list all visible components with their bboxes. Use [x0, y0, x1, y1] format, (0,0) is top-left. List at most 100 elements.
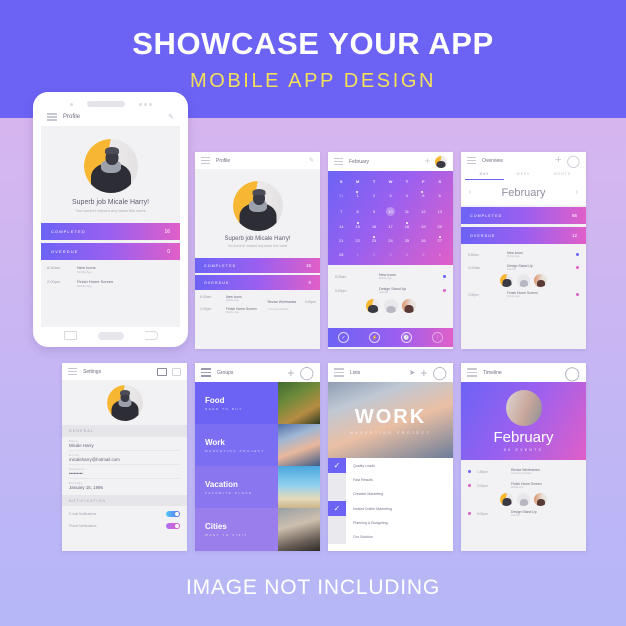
calendar-day[interactable]: 3 — [389, 193, 391, 198]
avatar[interactable] — [106, 384, 143, 421]
agenda-row[interactable]: 1:45pm Revise Wireframes Company Website — [468, 468, 579, 475]
chevron-right-icon[interactable]: › — [576, 189, 578, 196]
calendar-day[interactable]: 4 — [406, 252, 408, 257]
calendar-day[interactable]: 27 — [438, 235, 442, 243]
plus-icon[interactable]: + — [420, 367, 427, 379]
plus-icon[interactable]: + — [425, 157, 430, 166]
task-row[interactable]: Revise Wireframes 2:00pm Company Website — [268, 290, 316, 311]
hamburger-icon[interactable] — [467, 156, 476, 165]
calendar-day[interactable]: 8 — [357, 209, 359, 214]
stat-completed[interactable]: COMPLETED 16 — [41, 223, 180, 240]
avatar[interactable] — [517, 493, 530, 506]
calendar-day[interactable]: 24 — [388, 238, 392, 243]
calendar-day[interactable]: 1 — [357, 252, 359, 257]
calendar-day[interactable]: 19 — [421, 224, 425, 229]
agenda-row[interactable]: 5:00pm Design Stand Up Internal — [468, 510, 579, 517]
checkbox[interactable] — [328, 473, 346, 487]
avatar[interactable] — [500, 493, 513, 506]
calendar-day[interactable]: 28 — [339, 252, 343, 257]
tab-week[interactable]: WEEK — [504, 172, 543, 180]
avatar[interactable] — [534, 274, 547, 287]
hamburger-icon[interactable] — [334, 368, 344, 377]
attendee-avatars[interactable] — [468, 493, 579, 506]
calendar-day[interactable]: 31 — [339, 193, 343, 198]
calendar-grid[interactable]: S M T W T F S 31 1 2 3 4 5 6 7 8 9 10 11… — [328, 171, 453, 265]
task-row[interactable]: 8:30am New Icons Mobile App — [47, 265, 174, 274]
stat-completed[interactable]: COMPLETED 56 — [461, 207, 586, 224]
agenda-row[interactable]: 11:00am Design Stand Up Internal — [468, 264, 579, 271]
field-name[interactable]: Name Micale Harry — [69, 437, 180, 451]
checkbox[interactable] — [328, 487, 346, 501]
hamburger-icon[interactable] — [68, 367, 77, 376]
calendar-day[interactable]: 20 — [438, 224, 442, 229]
recents-icon[interactable] — [63, 331, 77, 340]
email-notifications-toggle[interactable] — [166, 511, 180, 517]
avatar[interactable] — [500, 274, 513, 287]
calendar-day[interactable]: 18 — [405, 222, 409, 229]
plus-icon[interactable]: + — [287, 367, 294, 379]
list-item[interactable]: Creative Marketing — [328, 487, 453, 501]
calendar-day[interactable]: 9 — [373, 209, 375, 214]
calendar-day[interactable]: 1 — [355, 190, 359, 198]
calendar-day[interactable]: 25 — [405, 238, 409, 243]
calendar-day[interactable]: 2 — [373, 193, 375, 198]
chevron-left-icon[interactable]: ‹ — [469, 189, 471, 196]
group-item-vacation[interactable]: Vacation FAVORITE PLACE — [195, 466, 320, 508]
field-password[interactable]: Password ••••••••• — [69, 465, 180, 479]
agenda-row[interactable]: 8:30am New Icons Mobile App — [468, 251, 579, 258]
stat-overdue[interactable]: OVERDUE 12 — [461, 227, 586, 244]
calendar-day[interactable]: 26 — [421, 238, 425, 243]
calendar-day[interactable]: 3 — [389, 252, 391, 257]
calendar-day[interactable]: 22 — [355, 238, 359, 243]
avatar[interactable] — [401, 299, 416, 313]
calendar-day[interactable]: 15 — [355, 222, 360, 229]
agenda-row[interactable]: 8:30am New Icons Mobile App — [335, 273, 446, 280]
calendar-day[interactable]: 23 — [372, 235, 376, 243]
search-icon[interactable]: ◯ — [564, 366, 580, 380]
avatar[interactable] — [365, 299, 380, 313]
back-icon[interactable] — [144, 331, 158, 340]
calendar-day[interactable]: 5 — [422, 252, 424, 257]
group-item-work[interactable]: Work MARKETING PROJECT — [195, 424, 320, 466]
avatar[interactable] — [383, 299, 398, 313]
user-avatar[interactable] — [435, 155, 447, 168]
check-circle-icon[interactable]: ✓ — [338, 332, 350, 343]
list-item[interactable]: Our Solution — [328, 530, 453, 544]
checkbox[interactable] — [328, 516, 346, 530]
calendar-day[interactable]: 21 — [339, 238, 343, 243]
calendar-day[interactable]: 11 — [405, 209, 409, 214]
checkbox-checked[interactable]: ✓ — [328, 458, 346, 473]
toggle-row-phone[interactable]: Phone Notifications — [69, 523, 180, 529]
tab-day[interactable]: DAY — [465, 172, 504, 180]
agenda-row[interactable]: 2:00pm Finish Home Screen Mobile App — [468, 291, 579, 298]
stat-completed[interactable]: COMPLETED 16 — [195, 258, 320, 273]
avatar[interactable] — [517, 274, 530, 287]
calendar-day[interactable]: 14 — [339, 224, 343, 229]
field-birthday[interactable]: Birthday January 15, 1996 — [69, 479, 180, 492]
group-item-food[interactable]: Food NEED TO BUY — [195, 382, 320, 424]
list-item[interactable]: ✓ Instant Online Marketing — [328, 501, 453, 516]
tab-month[interactable]: MONTH — [543, 172, 582, 180]
calendar-day[interactable]: 12 — [421, 209, 425, 214]
avatar[interactable] — [534, 493, 547, 506]
home-icon[interactable] — [97, 331, 124, 340]
list-item[interactable]: Fast Results — [328, 473, 453, 487]
attendee-avatars[interactable] — [335, 299, 446, 313]
pencil-icon[interactable]: ✎ — [168, 114, 174, 121]
share-icon[interactable]: ➤ — [409, 368, 416, 377]
calendar-day[interactable]: 17 — [388, 224, 392, 229]
calendar-day[interactable]: 16 — [372, 224, 376, 229]
calendar-day[interactable]: 13 — [438, 209, 442, 214]
calendar-day-today[interactable]: 10 — [385, 206, 395, 216]
hamburger-icon[interactable] — [334, 157, 343, 166]
toggle-row-email[interactable]: E-mail Notifications — [69, 511, 180, 517]
attendee-avatars[interactable] — [468, 274, 579, 287]
task-row[interactable]: 2:00pm Finish Home Screen Mobile App — [47, 279, 174, 288]
calendar-day[interactable]: 6 — [439, 252, 441, 257]
calendar-day[interactable]: 4 — [406, 193, 408, 198]
hamburger-icon[interactable] — [467, 368, 477, 377]
hamburger-icon[interactable] — [47, 113, 57, 121]
calendar-day[interactable]: 2 — [373, 252, 375, 257]
agenda-row[interactable]: 2:00pm Finish Home Screen Mobile App — [468, 482, 579, 489]
list-item[interactable]: Planning & Budgeting — [328, 516, 453, 530]
